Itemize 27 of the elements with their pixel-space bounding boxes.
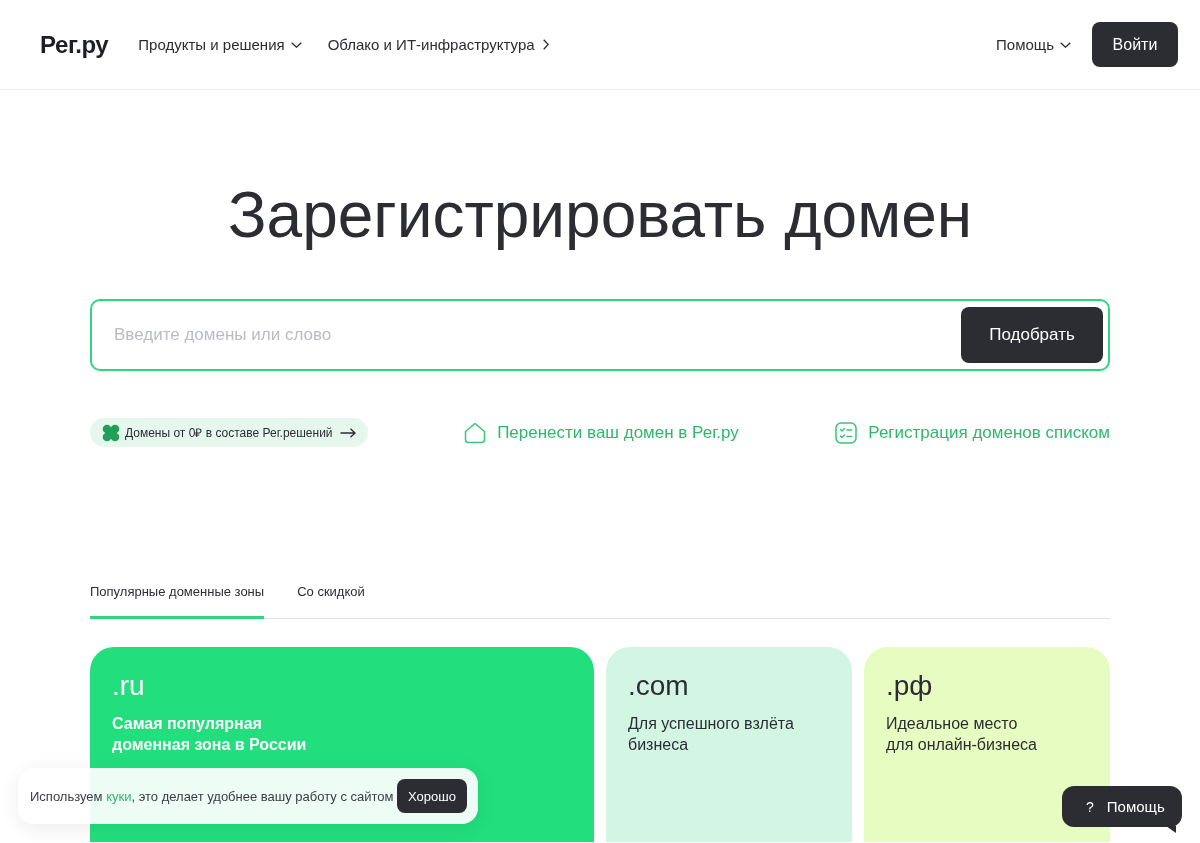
search-button[interactable]: Подобрать — [961, 307, 1103, 363]
nav-menu-item[interactable]: Облако и ИТ-инфраструктура — [327, 36, 549, 53]
zone-description: Самая популярная доменная зона в России — [112, 714, 308, 755]
page-title: Зарегистрировать домен — [226, 178, 974, 253]
help-menu[interactable]: Помощь — [996, 36, 1071, 53]
zone-name: .ru — [112, 669, 146, 703]
zone-tab[interactable]: Популярные доменные зоны — [90, 583, 265, 619]
zone-tab[interactable]: Со скидкой — [297, 583, 365, 619]
login-button[interactable]: Войти — [1092, 22, 1178, 67]
zone-name: .рф — [886, 669, 934, 703]
zone-description: Для успешного взлёта бизнеса — [628, 714, 795, 755]
chevron-down-icon — [290, 41, 302, 48]
chevron-right-icon — [542, 39, 549, 50]
promo-link[interactable]: Домены от 0₽ в составе Рег.решений — [90, 418, 368, 447]
zone-description: Идеальное место для онлайн-бизнеса — [886, 714, 1038, 755]
chevron-down-icon — [1060, 41, 1071, 48]
clover-icon — [102, 423, 120, 442]
nav-menu-item[interactable]: Продукты и решения — [138, 36, 302, 53]
zone-name: .com — [628, 669, 690, 703]
domain-zone-card[interactable]: .com Для успешного взлёта бизнеса — [606, 647, 852, 842]
arrow-right-icon — [339, 427, 356, 438]
logo[interactable]: Рег.ру — [40, 30, 109, 59]
accept-cookies-button[interactable]: Хорошо — [397, 779, 467, 813]
domain-search-field[interactable]: Введите домены или слово Подобрать — [90, 299, 1110, 371]
checklist-icon — [835, 421, 858, 444]
question-mark-icon: ? — [1086, 798, 1094, 815]
house-icon — [464, 421, 487, 444]
